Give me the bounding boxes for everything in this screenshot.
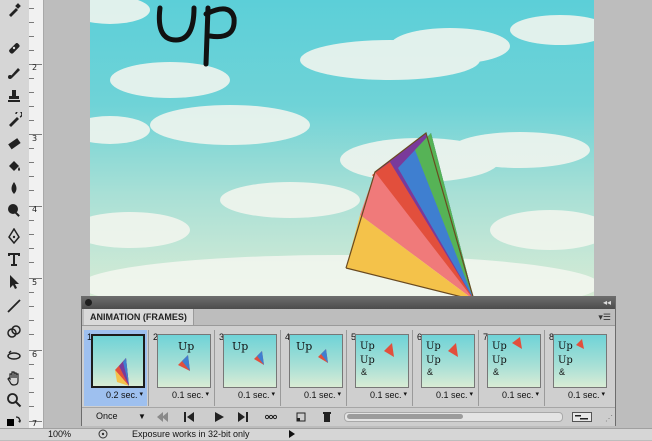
svg-text:Up: Up [232,340,248,353]
frames-scrollbar[interactable] [344,412,563,422]
frame-delay[interactable]: 0.1 sec. ▾ [436,390,473,400]
frame-thumbnail: Up Up & [355,334,409,388]
frame-thumbnail: Up [223,334,277,388]
type-icon[interactable] [4,249,24,269]
svg-text:Up: Up [360,355,375,366]
ruler-label: 2 [32,63,38,72]
frame-delay[interactable]: 0.1 sec. ▾ [238,390,275,400]
previous-frame-button[interactable] [180,410,198,424]
eraser-icon[interactable] [4,134,24,154]
svg-text:Up: Up [178,340,194,353]
hand-icon[interactable] [4,368,24,388]
line-icon[interactable] [4,296,24,316]
healing-brush-icon[interactable] [4,38,24,58]
svg-text:Up: Up [492,355,507,366]
svg-text:Up: Up [492,341,507,352]
animation-frame[interactable]: 5 Up Up & 0.1 sec. ▾ [348,330,411,406]
animation-frame[interactable]: 1 0.2 sec. ▾ [84,330,147,406]
history-brush-icon[interactable] [4,110,24,130]
svg-text:&: & [493,367,499,377]
ruler-label: 7 [32,419,38,428]
duplicate-frame-button[interactable] [292,410,310,424]
animation-frame[interactable]: 6 Up Up & 0.1 sec. ▾ [414,330,477,406]
panel-menu-icon[interactable]: ▾☰ [598,312,611,323]
svg-text:Up: Up [558,341,573,352]
svg-text:Up: Up [426,341,441,352]
svg-text:&: & [559,367,565,377]
first-frame-button[interactable] [154,410,172,424]
frame-delay[interactable]: 0.2 sec. ▾ [106,390,143,400]
frame-thumbnail: Up [157,334,211,388]
blur-icon[interactable] [4,178,24,198]
animation-frame[interactable]: 3 Up 0.1 sec. ▾ [216,330,279,406]
status-bar: 100% Exposure works in 32-bit only [0,428,652,440]
panel-titlebar[interactable]: ◂◂ [82,297,615,309]
dodge-icon[interactable] [4,200,24,220]
3d-rotate-icon[interactable] [4,322,24,342]
frame-thumbnail: Up Up & [421,334,475,388]
3d-orbit-icon[interactable] [4,346,24,366]
document-canvas[interactable] [90,0,594,300]
animation-frame[interactable]: 4 Up 0.1 sec. ▾ [282,330,345,406]
ruler-label: 3 [32,134,38,143]
path-selection-icon[interactable] [4,272,24,292]
loop-options-select[interactable]: Once ▼ [86,410,146,423]
panel-tabs: ANIMATION (FRAMES) ▾☰ [82,309,615,326]
svg-text:Up: Up [360,341,375,352]
frame-delay[interactable]: 0.1 sec. ▾ [502,390,539,400]
pen-icon[interactable] [4,226,24,246]
zoom-level[interactable]: 100% [48,429,71,439]
resize-grip-icon[interactable]: ⋰ [605,414,613,423]
collapse-icon[interactable]: ◂◂ [603,298,611,307]
paint-bucket-icon[interactable] [4,156,24,176]
next-frame-button[interactable] [234,410,252,424]
frame-delay[interactable]: 0.1 sec. ▾ [172,390,209,400]
ruler-label: 5 [32,278,38,287]
frame-delay[interactable]: 0.1 sec. ▾ [304,390,341,400]
vertical-ruler: 2 3 4 5 6 7 [29,0,44,428]
frame-thumbnail [91,334,145,388]
animation-frame[interactable]: 7 Up Up & 0.1 sec. ▾ [480,330,543,406]
svg-text:&: & [427,367,433,377]
svg-text:&: & [361,367,367,377]
svg-text:Up: Up [558,355,573,366]
clone-stamp-icon[interactable] [4,86,24,106]
eyedropper-icon[interactable] [4,0,24,20]
tween-button[interactable] [262,410,280,424]
animation-panel: ◂◂ ANIMATION (FRAMES) ▾☰ 1 0.2 sec. ▾ 2 … [81,296,616,426]
frame-delay[interactable]: 0.1 sec. ▾ [370,390,407,400]
svg-text:Up: Up [296,340,312,353]
close-panel-icon[interactable] [85,299,92,306]
frame-thumbnail: Up Up & [553,334,607,388]
frame-delay[interactable]: 0.1 sec. ▾ [568,390,605,400]
ruler-label: 4 [32,205,38,214]
animation-controls: Once ▼ ⋰ [82,407,615,426]
tab-animation-frames[interactable]: ANIMATION (FRAMES) [84,309,194,325]
frames-strip: 1 0.2 sec. ▾ 2 Up 0.1 sec. ▾ 3 Up 0.1 se… [84,330,614,406]
brush-icon[interactable] [4,62,24,82]
delete-frame-icon[interactable] [318,410,336,424]
convert-to-timeline-button[interactable] [570,410,594,424]
svg-text:Up: Up [426,355,441,366]
status-info-icon[interactable] [98,429,108,439]
zoom-icon[interactable] [4,390,24,410]
tools-panel [0,0,30,428]
frame-thumbnail: Up [289,334,343,388]
animation-frame[interactable]: 2 Up 0.1 sec. ▾ [150,330,213,406]
scrollbar-thumb[interactable] [347,414,463,419]
play-button[interactable] [210,410,228,424]
status-message: Exposure works in 32-bit only [132,429,250,439]
ruler-label: 6 [32,350,38,359]
document-artwork [90,0,594,300]
animation-frame[interactable]: 8 Up Up & 0.1 sec. ▾ [546,330,609,406]
frame-thumbnail: Up Up & [487,334,541,388]
